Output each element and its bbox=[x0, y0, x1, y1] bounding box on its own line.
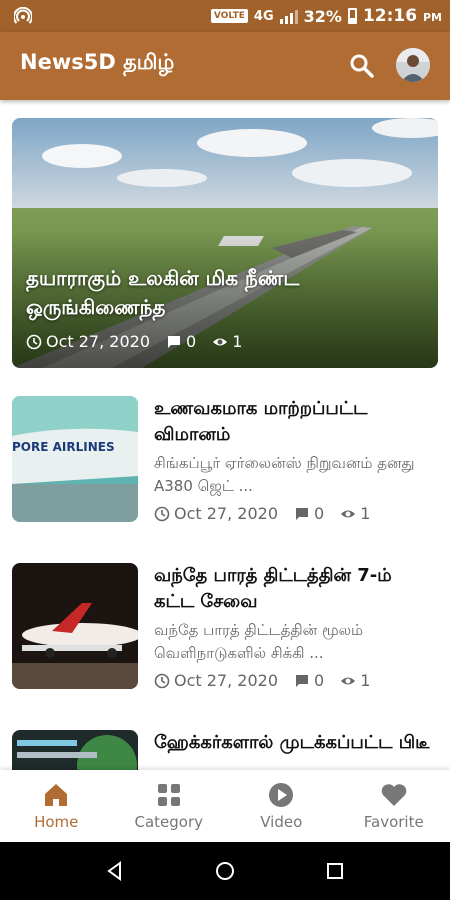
grid-icon bbox=[157, 784, 180, 806]
comment-icon bbox=[168, 335, 180, 348]
featured-title: தயாராகும் உலகின் மிக நீண்ட ஒருங்கிணைந்த bbox=[26, 266, 300, 319]
article-title: உணவகமாக மாற்றப்பட்ட விமானம் bbox=[154, 398, 368, 445]
home-icon bbox=[45, 784, 68, 806]
heart-icon bbox=[381, 784, 407, 806]
search-icon[interactable] bbox=[348, 52, 376, 80]
avatar[interactable] bbox=[396, 48, 430, 82]
featured-views: 1 bbox=[232, 332, 243, 351]
featured-date: Oct 27, 2020 bbox=[46, 332, 150, 351]
nav-home-label: Home bbox=[34, 813, 79, 831]
hotspot-icon bbox=[14, 7, 32, 24]
nav-video[interactable]: Video bbox=[225, 770, 338, 842]
list-item[interactable]: ஹேக்கர்களால் முடக்கப்பட்ட பிடீ bbox=[12, 730, 438, 770]
article-views: 1 bbox=[360, 671, 371, 690]
status-bar: VOLTE 4G 32% 12:16 PM bbox=[0, 0, 450, 32]
article-date: Oct 27, 2020 bbox=[174, 671, 278, 690]
system-navigation-bar bbox=[0, 842, 450, 900]
recents-icon[interactable] bbox=[324, 860, 346, 882]
clock-icon bbox=[154, 506, 170, 521]
views-icon bbox=[341, 677, 356, 684]
back-icon[interactable] bbox=[104, 860, 126, 882]
app-title: News5D தமிழ் bbox=[20, 50, 175, 74]
article-meta: Oct 27, 2020 0 1 bbox=[154, 671, 370, 690]
article-date: Oct 27, 2020 bbox=[174, 504, 278, 523]
article-thumbnail bbox=[12, 730, 138, 770]
nav-category-label: Category bbox=[134, 813, 204, 831]
featured-meta: Oct 27, 2020 0 1 bbox=[26, 332, 242, 351]
article-comments: 0 bbox=[314, 671, 325, 690]
list-item[interactable]: PORE AIRLINES உணவகமாக மாற்றப்பட்ட விமானம… bbox=[12, 396, 438, 523]
home-circle-icon[interactable] bbox=[214, 860, 236, 882]
bottom-navigation: Home Category Video Favorite bbox=[0, 770, 450, 842]
article-meta: Oct 27, 2020 0 1 bbox=[154, 504, 370, 523]
app-bar: News5D தமிழ் bbox=[0, 32, 450, 100]
clock-icon bbox=[154, 673, 170, 688]
nav-category[interactable]: Category bbox=[113, 770, 226, 842]
article-description: வந்தே பாரத் திட்டத்தின் மூலம் வெளிநாடுகள… bbox=[154, 621, 364, 662]
views-icon bbox=[341, 510, 356, 517]
play-icon bbox=[269, 783, 294, 807]
article-title: ஹேக்கர்களால் முடக்கப்பட்ட பிடீ bbox=[154, 732, 430, 753]
volte-badge: VOLTE bbox=[210, 9, 248, 23]
article-comments: 0 bbox=[314, 504, 325, 523]
battery-percent: 32% bbox=[303, 6, 342, 26]
article-thumbnail bbox=[12, 563, 138, 689]
network-type: 4G bbox=[253, 8, 274, 24]
avatar-image bbox=[396, 48, 430, 82]
comment-icon bbox=[296, 507, 308, 520]
nav-favorite-label: Favorite bbox=[363, 813, 424, 831]
featured-comments: 0 bbox=[186, 332, 197, 351]
battery-icon bbox=[347, 8, 357, 24]
nav-video-label: Video bbox=[260, 813, 303, 831]
article-title: வந்தே பாரத் திட்டத்தின் 7-ம் கட்ட சேவை bbox=[154, 565, 392, 612]
views-icon bbox=[213, 338, 228, 345]
nav-favorite[interactable]: Favorite bbox=[338, 770, 450, 842]
article-description: சிங்கப்பூர் ஏர்லைன்ஸ் நிறுவனம் தனது A380… bbox=[154, 454, 415, 495]
signal-icon bbox=[279, 8, 298, 24]
article-thumbnail: PORE AIRLINES bbox=[12, 396, 138, 522]
featured-image bbox=[12, 118, 438, 368]
thumb-text: PORE AIRLINES bbox=[12, 440, 115, 454]
article-views: 1 bbox=[360, 504, 371, 523]
clock: 12:16 PM bbox=[362, 6, 442, 26]
comment-icon bbox=[296, 674, 308, 687]
nav-home[interactable]: Home bbox=[0, 770, 113, 842]
featured-article-card[interactable]: தயாராகும் உலகின் மிக நீண்ட ஒருங்கிணைந்த bbox=[12, 118, 438, 368]
clock-icon bbox=[26, 334, 42, 349]
list-item[interactable]: வந்தே பாரத் திட்டத்தின் 7-ம் கட்ட சேவை வ… bbox=[12, 563, 438, 690]
